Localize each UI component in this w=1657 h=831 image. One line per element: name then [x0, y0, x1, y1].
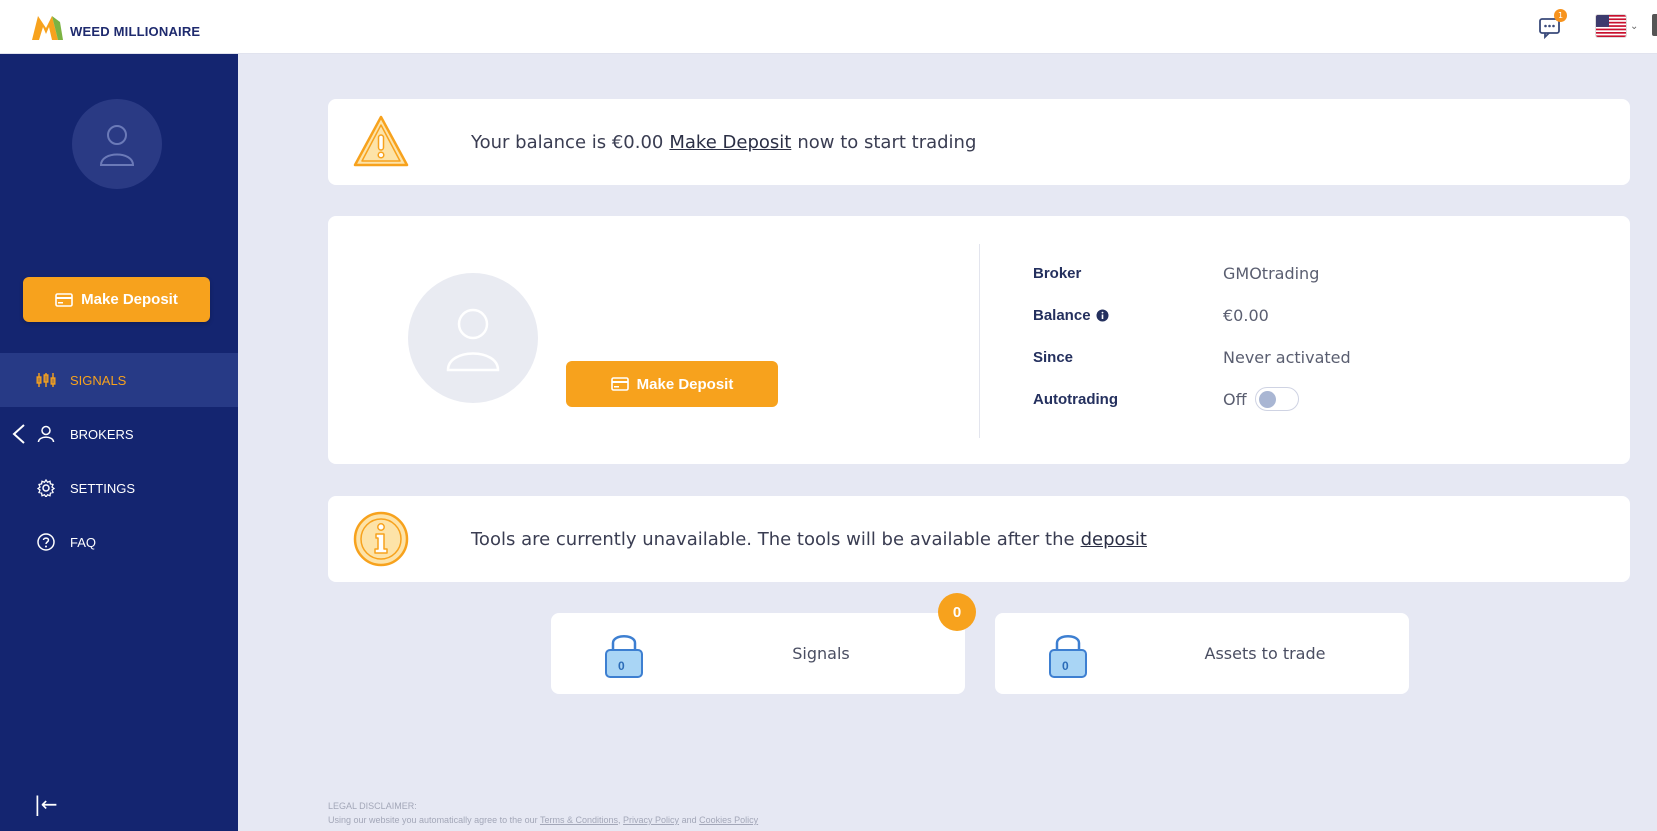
- balance-value: €0.00: [1223, 305, 1269, 325]
- balance-alert-prefix: Your balance is €0.00: [471, 131, 664, 153]
- cookies-link[interactable]: Cookies Policy: [699, 815, 758, 825]
- sidebar-item-label: SIGNALS: [70, 372, 127, 388]
- profile-make-deposit-button[interactable]: Make Deposit: [566, 361, 778, 407]
- sidebar-nav: SIGNALS BROKERS SETTINGS FAQ: [0, 353, 238, 569]
- signals-lock-count: 0: [618, 659, 625, 673]
- balance-alert-suffix: now to start trading: [797, 131, 977, 153]
- info-circle-icon: [353, 511, 409, 567]
- tools-alert-message: Tools are currently unavailable. The too…: [471, 528, 1075, 550]
- deposit-link[interactable]: deposit: [1081, 529, 1147, 550]
- profile-avatar: [408, 273, 538, 403]
- sidebar-item-label: BROKERS: [70, 426, 134, 442]
- assets-lock-count: 0: [1062, 659, 1069, 673]
- sidebar-item-faq[interactable]: FAQ: [0, 515, 238, 569]
- signals-tool-label: Signals: [792, 644, 850, 663]
- gear-icon: [36, 478, 56, 498]
- collapse-sidebar-button[interactable]: |←: [34, 792, 64, 816]
- autotrading-row: Autotrading Off: [1033, 387, 1553, 411]
- sidebar-deposit-label: Make Deposit: [81, 291, 178, 308]
- question-icon: [36, 532, 56, 552]
- user-avatar-icon: [446, 308, 500, 372]
- disclaimer-text: Using our website you automatically agre…: [328, 815, 538, 825]
- brand-name: WEED MILLIONAIRE: [70, 23, 201, 39]
- notifications-button[interactable]: 1: [1538, 9, 1567, 40]
- privacy-link[interactable]: Privacy Policy: [623, 815, 679, 825]
- signals-count-badge: 0: [938, 593, 976, 631]
- since-row: Since Never activated: [1033, 346, 1553, 368]
- disclaimer-text-line: Using our website you automatically agre…: [328, 813, 758, 827]
- user-icon: [36, 424, 56, 444]
- terms-link[interactable]: Terms & Conditions: [540, 815, 618, 825]
- warning-icon: [353, 115, 409, 167]
- balance-row: Balance €0.00: [1033, 304, 1553, 326]
- autotrading-value: Off: [1223, 389, 1247, 409]
- chevron-left-icon[interactable]: [10, 423, 28, 445]
- broker-row: Broker GMOtrading: [1033, 262, 1553, 284]
- sidebar-item-label: SETTINGS: [70, 480, 136, 496]
- top-bar: WEED MILLIONAIRE 1 ⌄: [0, 0, 1657, 54]
- assets-tool-label: Assets to trade: [1204, 644, 1326, 663]
- notification-badge: 1: [1554, 9, 1567, 22]
- sidebar: Make Deposit SIGNALS BROKERS SETTINGS FA…: [0, 54, 238, 831]
- since-label: Since: [1033, 348, 1074, 366]
- balance-label: Balance: [1033, 306, 1091, 324]
- autotrading-toggle[interactable]: [1254, 387, 1299, 411]
- divider: [979, 244, 980, 438]
- sidebar-item-label: FAQ: [70, 534, 97, 550]
- avatar[interactable]: [72, 99, 162, 189]
- legal-disclaimer: LEGAL DISCLAIMER: Using our website you …: [328, 799, 758, 827]
- assets-tool-card[interactable]: 0 Assets to trade: [995, 613, 1409, 694]
- disclaimer-comma: ,: [618, 815, 621, 825]
- brand-logo[interactable]: WEED MILLIONAIRE: [30, 10, 240, 44]
- disclaimer-title: LEGAL DISCLAIMER:: [328, 801, 417, 811]
- logo-mark-icon: [32, 16, 63, 40]
- tools-alert-text: Tools are currently unavailable. The too…: [471, 496, 1153, 582]
- sidebar-item-signals[interactable]: SIGNALS: [0, 353, 238, 407]
- credit-card-icon: [55, 292, 73, 307]
- balance-alert-text: Your balance is €0.00 Make Deposit now t…: [471, 99, 976, 185]
- info-icon[interactable]: [1096, 309, 1109, 322]
- signals-tool-card[interactable]: 0 Signals 0: [551, 593, 976, 694]
- autotrading-label: Autotrading: [1033, 390, 1118, 408]
- since-value: Never activated: [1223, 347, 1351, 367]
- balance-alert: Your balance is €0.00 Make Deposit now t…: [328, 99, 1630, 185]
- disclaimer-and: and: [681, 815, 697, 825]
- credit-card-icon: [610, 377, 629, 391]
- broker-label: Broker: [1033, 264, 1082, 282]
- chevron-down-icon: ⌄: [1630, 20, 1639, 32]
- profile-deposit-label: Make Deposit: [636, 375, 734, 393]
- signals-icon: [36, 370, 56, 390]
- sidebar-item-brokers[interactable]: BROKERS: [0, 407, 238, 461]
- user-avatar-icon: [99, 125, 135, 166]
- toggle-knob: [1258, 391, 1276, 408]
- sidebar-make-deposit-button[interactable]: Make Deposit: [23, 277, 210, 322]
- autotrading-value-wrap: Off: [1223, 387, 1299, 411]
- account-summary-card: Make Deposit Broker GMOtrading Balance €…: [328, 216, 1630, 464]
- language-selector[interactable]: ⌄: [1596, 14, 1646, 38]
- us-flag-icon: [1596, 15, 1626, 37]
- tools-alert: Tools are currently unavailable. The too…: [328, 496, 1630, 582]
- make-deposit-link[interactable]: Make Deposit: [669, 132, 791, 153]
- balance-label-wrap: Balance: [1033, 307, 1223, 324]
- sidebar-item-settings[interactable]: SETTINGS: [0, 461, 238, 515]
- window-edge: [1652, 14, 1657, 36]
- broker-value: GMOtrading: [1223, 263, 1320, 283]
